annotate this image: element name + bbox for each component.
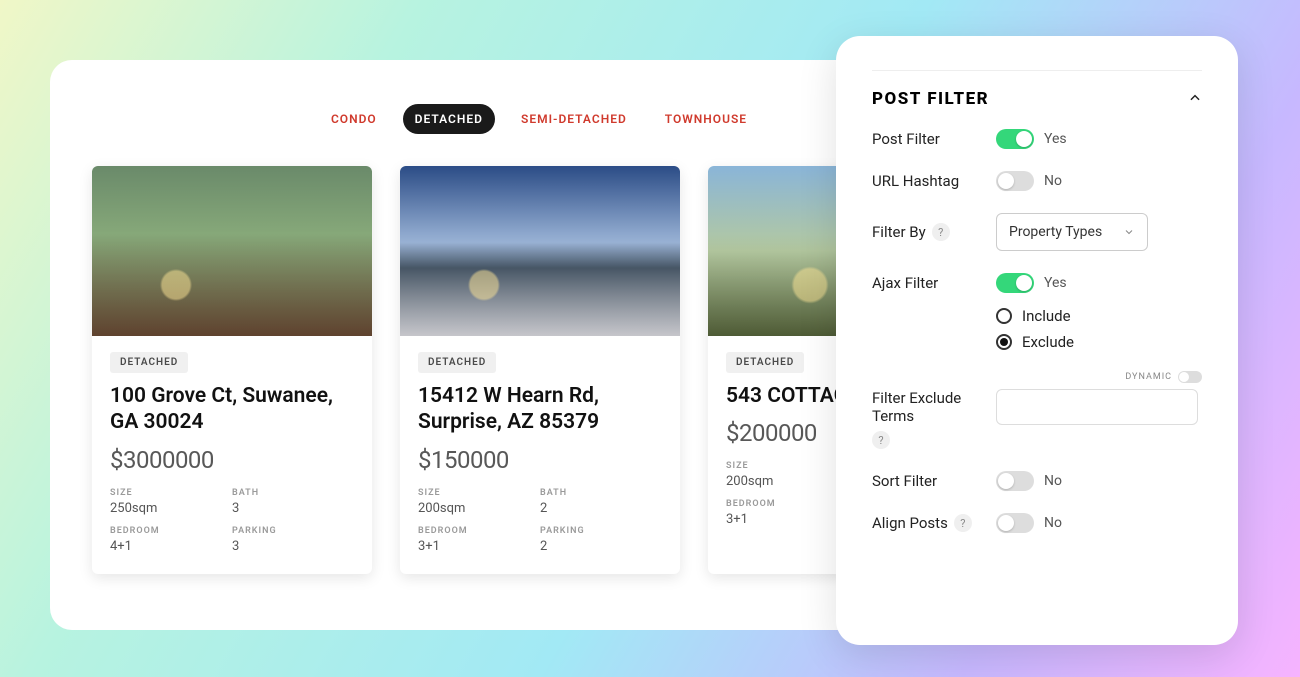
stat-label-parking: PARKING xyxy=(232,526,354,536)
listing-address: 100 Grove Ct, Suwanee, GA 30024 xyxy=(110,383,354,436)
dynamic-label: DYNAMIC xyxy=(1125,372,1172,382)
chevron-down-icon xyxy=(1123,226,1135,238)
tab-condo[interactable]: CONDO xyxy=(319,104,389,134)
align-posts-state: No xyxy=(1044,515,1062,531)
stat-label-size: SIZE xyxy=(110,488,232,498)
radio-include-label: Include xyxy=(1022,307,1071,325)
chevron-up-icon[interactable] xyxy=(1188,90,1202,109)
listing-badge: DETACHED xyxy=(418,352,496,373)
listing-price: $150000 xyxy=(418,446,662,474)
stat-label-bedroom: BEDROOM xyxy=(110,526,232,536)
ajax-filter-label: Ajax Filter xyxy=(872,274,996,292)
post-filter-toggle[interactable] xyxy=(996,129,1034,149)
help-icon[interactable]: ? xyxy=(954,514,972,532)
stat-label-bath: BATH xyxy=(232,488,354,498)
listing-card[interactable]: DETACHED 100 Grove Ct, Suwanee, GA 30024… xyxy=(92,166,372,574)
stat-value-bedroom: 4+1 xyxy=(110,539,232,554)
stat-value-size: 250sqm xyxy=(110,501,232,516)
ajax-filter-state: Yes xyxy=(1044,275,1067,291)
filter-exclude-terms-label: Filter Exclude Terms xyxy=(872,389,996,425)
stat-value-size: 200sqm xyxy=(418,501,540,516)
align-posts-label: Align Posts xyxy=(872,514,948,532)
radio-icon xyxy=(996,334,1012,350)
help-icon[interactable]: ? xyxy=(872,431,890,449)
filter-by-select[interactable]: Property Types xyxy=(996,213,1148,251)
ajax-filter-toggle[interactable] xyxy=(996,273,1034,293)
listing-image xyxy=(400,166,680,336)
url-hashtag-state: No xyxy=(1044,173,1062,189)
tab-semi-detached[interactable]: SEMI-DETACHED xyxy=(509,104,639,134)
url-hashtag-toggle[interactable] xyxy=(996,171,1034,191)
sort-filter-state: No xyxy=(1044,473,1062,489)
stat-value-bath: 3 xyxy=(232,501,354,516)
listing-price: $3000000 xyxy=(110,446,354,474)
stat-label-bedroom: BEDROOM xyxy=(418,526,540,536)
url-hashtag-label: URL Hashtag xyxy=(872,172,996,190)
filter-by-value: Property Types xyxy=(1009,224,1102,240)
radio-exclude[interactable]: Exclude xyxy=(996,333,1202,351)
listing-badge: DETACHED xyxy=(110,352,188,373)
tab-townhouse[interactable]: TOWNHOUSE xyxy=(653,104,759,134)
filter-exclude-terms-input[interactable] xyxy=(996,389,1198,425)
stat-value-parking: 2 xyxy=(540,539,662,554)
filter-by-label: Filter By xyxy=(872,223,926,241)
panel-title: POST FILTER xyxy=(872,89,989,109)
listing-card[interactable]: DETACHED 15412 W Hearn Rd, Surprise, AZ … xyxy=(400,166,680,574)
stat-value-bath: 2 xyxy=(540,501,662,516)
post-filter-label: Post Filter xyxy=(872,130,996,148)
stat-label-size: SIZE xyxy=(418,488,540,498)
stat-label-parking: PARKING xyxy=(540,526,662,536)
stat-value-parking: 3 xyxy=(232,539,354,554)
radio-exclude-label: Exclude xyxy=(1022,333,1074,351)
post-filter-state: Yes xyxy=(1044,131,1067,147)
listing-address: 15412 W Hearn Rd, Surprise, AZ 85379 xyxy=(418,383,662,436)
help-icon[interactable]: ? xyxy=(932,223,950,241)
stat-value-bedroom: 3+1 xyxy=(418,539,540,554)
stat-label-bath: BATH xyxy=(540,488,662,498)
tab-detached[interactable]: DETACHED xyxy=(403,104,495,134)
radio-include[interactable]: Include xyxy=(996,307,1202,325)
dynamic-toggle[interactable] xyxy=(1178,371,1202,383)
radio-icon xyxy=(996,308,1012,324)
align-posts-toggle[interactable] xyxy=(996,513,1034,533)
sort-filter-toggle[interactable] xyxy=(996,471,1034,491)
listing-image xyxy=(92,166,372,336)
post-filter-panel: POST FILTER Post Filter Yes URL Hashtag … xyxy=(836,36,1238,645)
listing-badge: DETACHED xyxy=(726,352,804,373)
sort-filter-label: Sort Filter xyxy=(872,472,996,490)
